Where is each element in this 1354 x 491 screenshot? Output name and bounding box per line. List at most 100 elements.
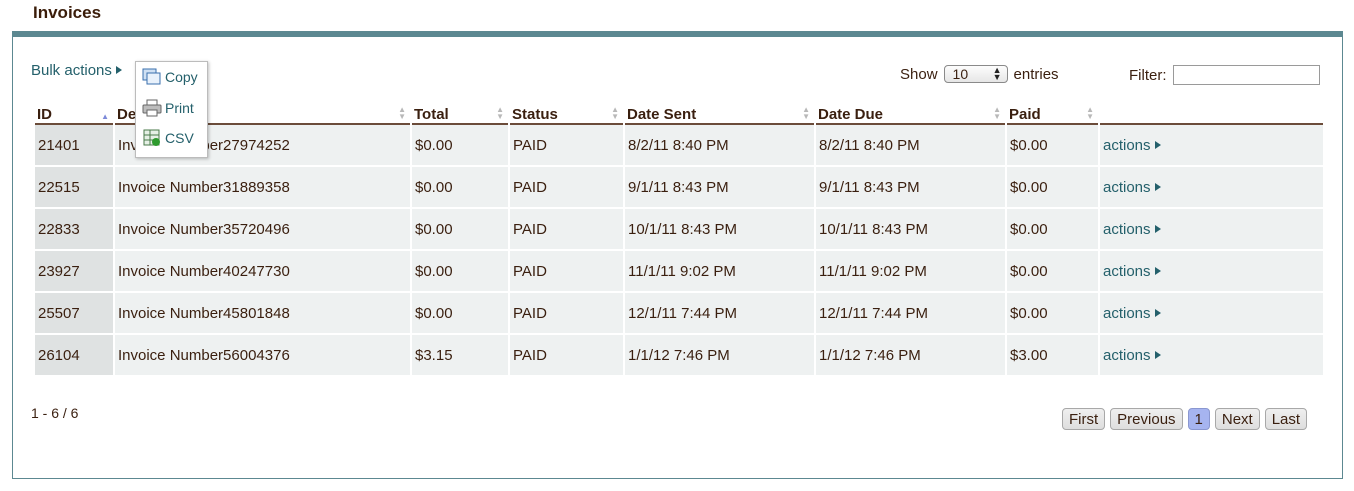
cell-status: PAID: [510, 293, 623, 335]
filter-control: Filter:: [1129, 65, 1320, 85]
cell-date-sent: 1/1/12 7:46 PM: [625, 335, 814, 377]
sort-icon: ▲ ▼: [496, 105, 504, 121]
table-row: 21401 Invoice Number27974252 $0.00 PAID …: [35, 125, 1323, 167]
table-row: 26104 Invoice Number56004376 $3.15 PAID …: [35, 335, 1323, 377]
triangle-right-icon: [1154, 350, 1161, 359]
cell-id: 23927: [35, 251, 113, 293]
cell-paid: $0.00: [1007, 125, 1098, 167]
invoices-panel: Bulk actions Copy Print CSV Show 10 ▲ ▼ e…: [12, 31, 1343, 479]
csv-icon: [142, 128, 162, 148]
triangle-right-icon: [115, 66, 122, 74]
first-page-button[interactable]: First: [1062, 408, 1106, 430]
sort-icon: ▲ ▼: [398, 105, 406, 121]
row-actions-button[interactable]: actions: [1100, 293, 1323, 335]
triangle-right-icon: [1154, 182, 1161, 191]
next-page-button[interactable]: Next: [1214, 408, 1260, 430]
cell-status: PAID: [510, 167, 623, 209]
row-actions-button[interactable]: actions: [1100, 335, 1323, 377]
length-control: Show 10 ▲ ▼ entries: [900, 65, 1059, 83]
cell-date-due: 10/1/11 8:43 PM: [816, 209, 1005, 251]
column-header-total[interactable]: Total ▲ ▼: [412, 99, 508, 125]
cell-date-sent: 12/1/11 7:44 PM: [625, 293, 814, 335]
cell-date-due: 11/1/11 9:02 PM: [816, 251, 1005, 293]
sort-icon: ▲ ▼: [802, 105, 810, 121]
triangle-right-icon: [1154, 224, 1161, 233]
print-icon: [142, 98, 162, 118]
column-header-paid[interactable]: Paid ▲ ▼: [1007, 99, 1098, 125]
bulk-actions-label: Bulk actions: [31, 62, 112, 79]
sort-icon: ▲ ▼: [611, 105, 619, 121]
entries-label: entries: [1013, 65, 1059, 83]
column-header-id[interactable]: ID ▲: [35, 99, 113, 125]
cell-paid: $0.00: [1007, 167, 1098, 209]
row-actions-button[interactable]: actions: [1100, 209, 1323, 251]
cell-date-due: 1/1/12 7:46 PM: [816, 335, 1005, 377]
column-header-date-due[interactable]: Date Due ▲ ▼: [816, 99, 1005, 125]
row-actions-button[interactable]: actions: [1100, 167, 1323, 209]
cell-description: Invoice Number35720496: [115, 209, 410, 251]
table-row: 22515 Invoice Number31889358 $0.00 PAID …: [35, 167, 1323, 209]
bulk-actions-menu: Copy Print CSV: [135, 61, 208, 158]
triangle-right-icon: [1154, 308, 1161, 317]
print-menu-item[interactable]: Print: [142, 96, 204, 120]
cell-description: Invoice Number56004376: [115, 335, 410, 377]
copy-menu-item[interactable]: Copy: [142, 65, 204, 89]
cell-description: Invoice Number45801848: [115, 293, 410, 335]
entries-select-value: 10: [952, 66, 969, 82]
entries-select[interactable]: 10 ▲ ▼: [943, 65, 1008, 83]
cell-id: 26104: [35, 335, 113, 377]
table-header-row: ID▲ Description▲▼ Total▲▼ Status▲▼ Date …: [35, 99, 1323, 125]
cell-total: $0.00: [412, 125, 508, 167]
cell-date-sent: 9/1/11 8:43 PM: [625, 167, 814, 209]
filter-input[interactable]: [1172, 65, 1320, 85]
cell-total: $0.00: [412, 209, 508, 251]
show-label: Show: [900, 65, 938, 83]
row-actions-button[interactable]: actions: [1100, 125, 1323, 167]
table-info: 1 - 6 / 6: [31, 405, 79, 421]
copy-icon: [142, 67, 162, 87]
filter-label: Filter:: [1129, 66, 1167, 84]
cell-status: PAID: [510, 209, 623, 251]
cell-date-sent: 10/1/11 8:43 PM: [625, 209, 814, 251]
page-button-current[interactable]: 1: [1187, 408, 1210, 430]
cell-description: Invoice Number31889358: [115, 167, 410, 209]
bulk-actions-button[interactable]: Bulk actions: [31, 62, 122, 79]
select-arrows-icon: ▲ ▼: [992, 65, 1002, 82]
print-label: Print: [165, 100, 194, 116]
cell-total: $0.00: [412, 293, 508, 335]
cell-paid: $0.00: [1007, 251, 1098, 293]
triangle-right-icon: [1154, 140, 1161, 149]
page-title: Invoices: [33, 3, 102, 22]
cell-paid: $0.00: [1007, 293, 1098, 335]
cell-date-sent: 8/2/11 8:40 PM: [625, 125, 814, 167]
cell-total: $0.00: [412, 251, 508, 293]
invoices-table: ID▲ Description▲▼ Total▲▼ Status▲▼ Date …: [33, 99, 1325, 377]
sort-icon: ▲ ▼: [993, 105, 1001, 121]
cell-date-due: 8/2/11 8:40 PM: [816, 125, 1005, 167]
cell-id: 22515: [35, 167, 113, 209]
column-header-status[interactable]: Status ▲ ▼: [510, 99, 623, 125]
column-header-actions: [1100, 99, 1323, 125]
last-page-button[interactable]: Last: [1264, 408, 1308, 430]
csv-label: CSV: [165, 130, 194, 146]
table-row: 25507 Invoice Number45801848 $0.00 PAID …: [35, 293, 1323, 335]
cell-id: 22833: [35, 209, 113, 251]
sort-icon: ▲ ▼: [1086, 105, 1094, 121]
row-actions-button[interactable]: actions: [1100, 251, 1323, 293]
cell-total: $3.15: [412, 335, 508, 377]
sort-icon: ▲: [101, 112, 109, 121]
column-header-date-sent[interactable]: Date Sent ▲ ▼: [625, 99, 814, 125]
cell-status: PAID: [510, 125, 623, 167]
cell-date-due: 12/1/11 7:44 PM: [816, 293, 1005, 335]
csv-menu-item[interactable]: CSV: [142, 126, 204, 150]
pagination: First Previous 1 Next Last: [1062, 408, 1308, 430]
cell-description: Invoice Number40247730: [115, 251, 410, 293]
table-row: 23927 Invoice Number40247730 $0.00 PAID …: [35, 251, 1323, 293]
cell-id: 25507: [35, 293, 113, 335]
cell-id: 21401: [35, 125, 113, 167]
copy-label: Copy: [165, 69, 198, 85]
cell-status: PAID: [510, 335, 623, 377]
cell-paid: $3.00: [1007, 335, 1098, 377]
previous-page-button[interactable]: Previous: [1110, 408, 1183, 430]
triangle-right-icon: [1154, 266, 1161, 275]
